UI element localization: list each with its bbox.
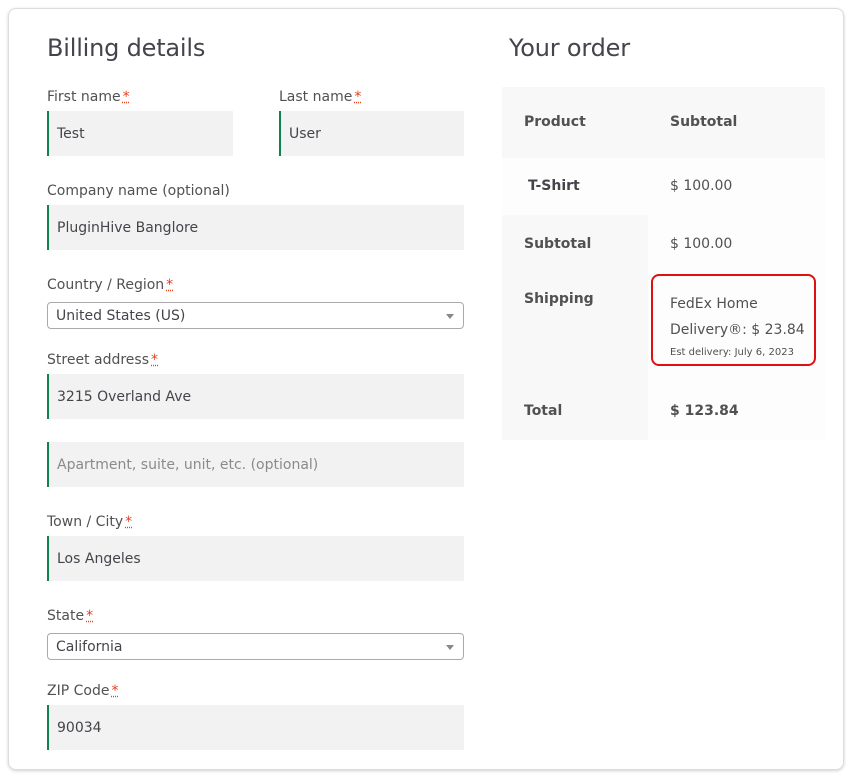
subtotal-header: Subtotal — [670, 114, 738, 130]
billing-title: Billing details — [47, 34, 206, 62]
country-select-value: United States (US) — [56, 307, 186, 324]
country-label: Country / Region * — [47, 277, 174, 293]
required-mark: * — [111, 683, 119, 699]
subtotal-label: Subtotal — [524, 236, 592, 252]
chevron-down-icon — [446, 645, 454, 650]
required-mark: * — [151, 352, 158, 368]
state-select-value: California — [56, 638, 123, 655]
last-name-label: Last name * — [279, 89, 362, 105]
order-item-row: T-Shirt $ 100.00 — [502, 158, 825, 215]
state-label: State * — [47, 608, 94, 624]
required-mark: * — [86, 608, 94, 624]
shipping-highlight-box — [651, 274, 816, 366]
item-name: T-Shirt — [528, 178, 580, 194]
chevron-down-icon — [446, 314, 454, 319]
total-row: Total $ 123.84 — [502, 382, 825, 440]
shipping-label: Shipping — [524, 291, 594, 307]
required-mark: * — [125, 514, 133, 530]
country-select[interactable]: United States (US) — [47, 302, 464, 329]
required-mark: * — [166, 277, 174, 293]
first-name-field[interactable]: Test — [47, 111, 233, 156]
city-field[interactable]: Los Angeles — [47, 536, 464, 581]
required-mark: * — [122, 89, 130, 105]
zip-field[interactable]: 90034 — [47, 705, 464, 750]
total-value: $ 123.84 — [670, 403, 739, 419]
last-name-field[interactable]: User — [279, 111, 464, 156]
company-field[interactable]: PluginHive Banglore — [47, 205, 464, 250]
street-field[interactable]: 3215 Overland Ave — [47, 374, 464, 419]
apartment-field[interactable]: Apartment, suite, unit, etc. (optional) — [47, 442, 464, 487]
company-label: Company name (optional) — [47, 183, 230, 199]
total-label: Total — [524, 403, 563, 419]
zip-label: ZIP Code * — [47, 683, 119, 699]
required-mark: * — [354, 89, 362, 105]
order-title: Your order — [509, 34, 630, 62]
state-select[interactable]: California — [47, 633, 464, 660]
street-label: Street address * — [47, 352, 158, 368]
item-price: $ 100.00 — [670, 178, 733, 194]
city-label: Town / City * — [47, 514, 133, 530]
first-name-label: First name * — [47, 89, 130, 105]
product-header: Product — [524, 114, 586, 130]
order-header-row: Product Subtotal — [502, 87, 825, 158]
subtotal-row: Subtotal $ 100.00 — [502, 215, 825, 274]
subtotal-value: $ 100.00 — [670, 236, 733, 252]
